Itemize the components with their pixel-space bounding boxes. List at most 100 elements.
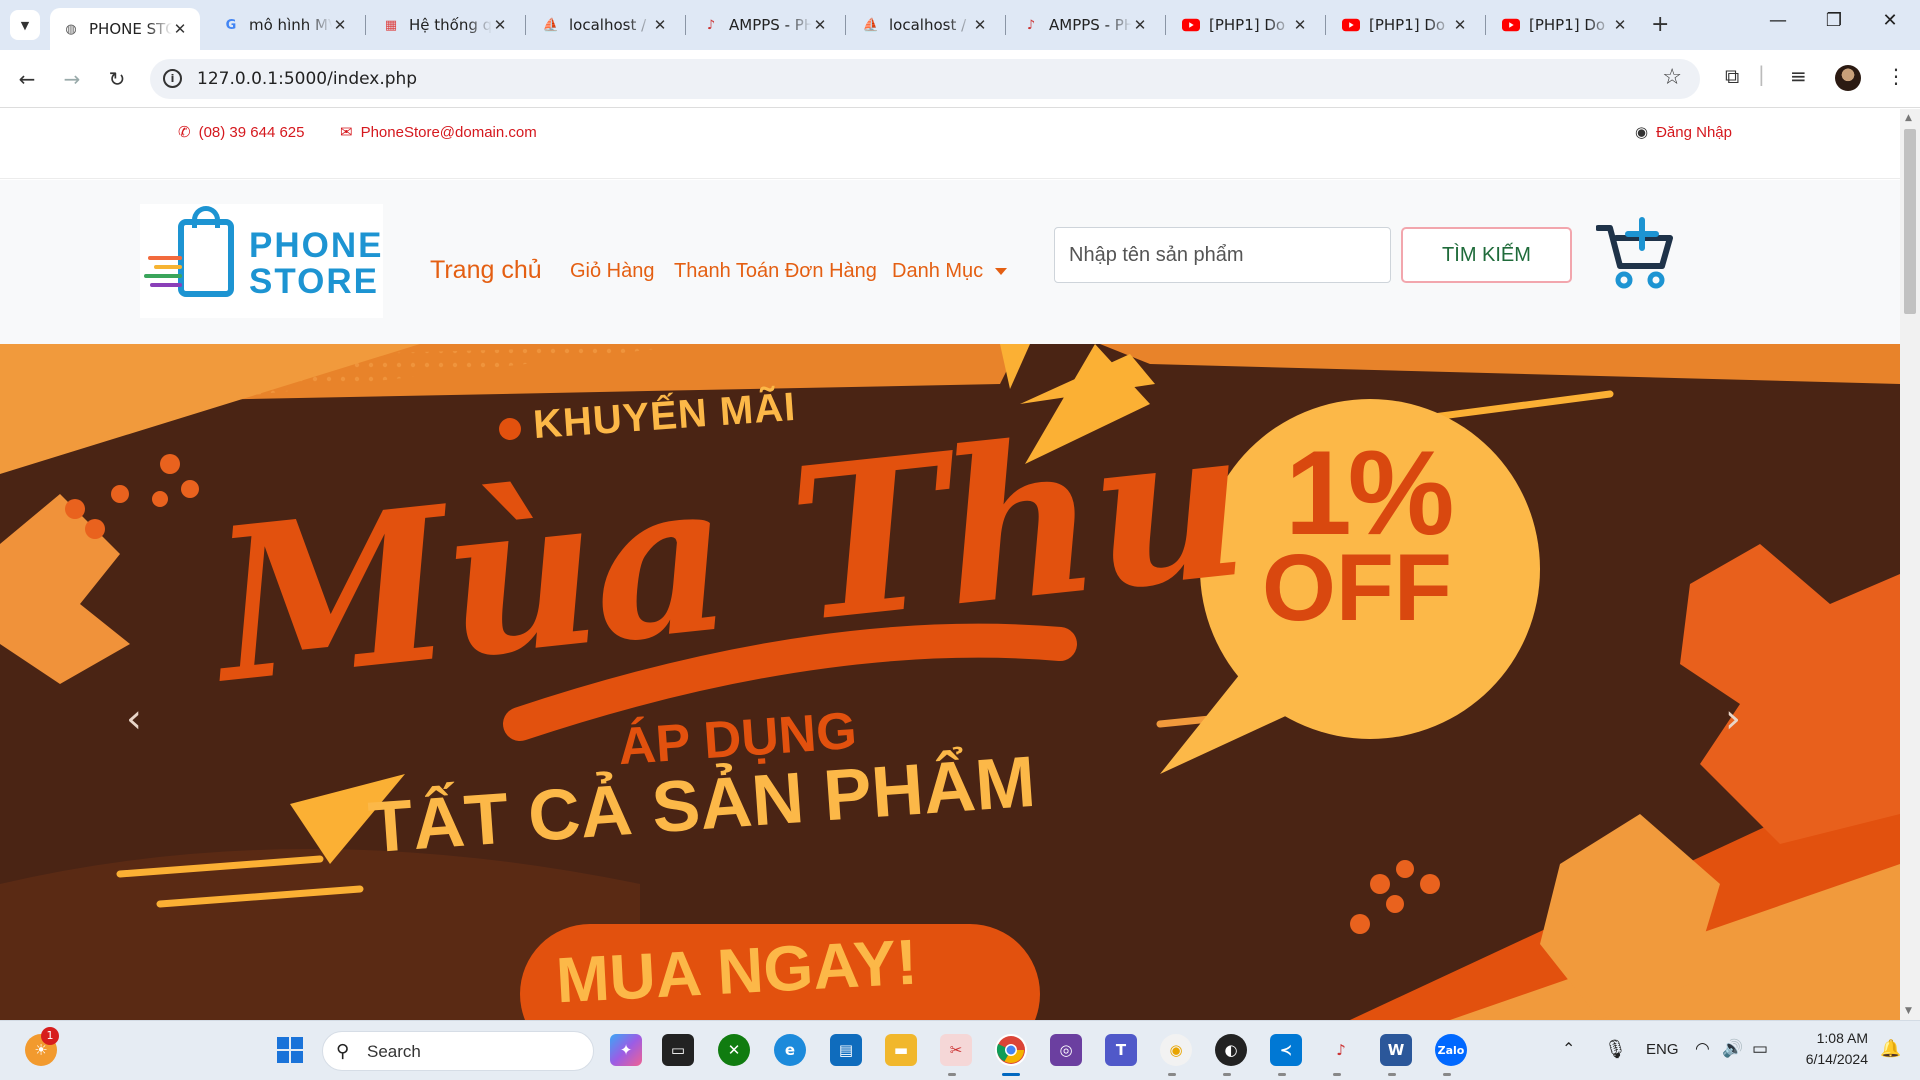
task-view-icon[interactable]: ▭ [662,1034,694,1066]
globe-icon: ◍ [65,21,77,37]
youtube-icon [1342,16,1360,34]
windows-start-icon[interactable] [274,1034,306,1066]
app-indicator [948,1073,956,1076]
word-icon[interactable]: W [1380,1034,1412,1066]
copilot-icon[interactable]: ✦ [610,1034,642,1066]
minimize-icon[interactable]: — [1758,10,1798,31]
back-arrow-icon[interactable]: ← [11,63,43,95]
browser-tab-strip: ▼ ◍ PHONE STORE ✕ G mô hình MVC ✕ ▦ Hệ t… [0,0,1920,50]
nav-cart[interactable]: Giỏ Hàng [570,260,655,283]
reload-icon[interactable]: ↻ [101,63,133,95]
taskbar-search[interactable]: ⚲ Search [322,1031,594,1071]
windows-taskbar: ☀ 1 ⚲ Search ✦ ▭ ✕ e ▤ ▬ ✂ ◎ T ◉ ◐ ≺ ♪ W… [0,1020,1920,1080]
tab-separator [1485,15,1486,35]
ampps-icon: ♪ [1026,17,1036,33]
page-scrollbar[interactable]: ▲ ▼ [1900,109,1920,1020]
promo-banner[interactable]: KHUYẾN MÃI Mùa Thu 1% OFF ÁP DỤNG TẤT CẢ… [0,344,1900,1020]
media-control-icon[interactable]: ≡ [1790,64,1807,88]
scroll-down-icon[interactable]: ▼ [1905,1006,1912,1016]
language-indicator[interactable]: ENG [1646,1041,1679,1058]
close-icon[interactable]: ✕ [1132,16,1148,34]
address-bar[interactable]: i 127.0.0.1:5000/index.php ☆ [150,59,1700,99]
nav-category-label: Danh Mục [892,260,984,282]
logo-stripe [148,256,182,260]
tab-separator [525,15,526,35]
tab-youtube-2[interactable]: [PHP1] Do ✕ [1330,8,1480,42]
tab-search-button[interactable]: ▼ [10,10,40,40]
forward-arrow-icon[interactable]: → [56,63,88,95]
zalo-icon[interactable]: Zalo [1435,1034,1467,1066]
close-icon[interactable]: ✕ [1292,16,1308,34]
tab-ampps-1[interactable]: ♪ AMPPS - PHP ✕ [690,8,840,42]
extensions-icon[interactable]: ⧉ [1725,64,1739,88]
tab-title: Hệ thống quản lý [409,16,492,34]
notification-bell-icon[interactable]: 🔔 [1880,1039,1901,1059]
new-tab-button[interactable]: + [1651,12,1669,38]
ampps-taskbar-icon[interactable]: ♪ [1325,1034,1357,1066]
tab-phpmyadmin-2[interactable]: ⛵ localhost / phpMyAdmin ✕ [850,8,1000,42]
tab-phone-store[interactable]: ◍ PHONE STORE ✕ [50,8,200,50]
clock-date[interactable]: 6/14/2024 [1795,1051,1868,1067]
teams-icon[interactable]: T [1105,1034,1137,1066]
tab-youtube-3[interactable]: [PHP1] Do ✕ [1490,8,1640,42]
vscode-icon[interactable]: ≺ [1270,1034,1302,1066]
close-icon[interactable]: ✕ [1612,16,1628,34]
phone-contact[interactable]: ✆ (08) 39 644 625 [178,123,305,142]
volume-icon[interactable]: 🔊 [1722,1039,1743,1059]
restore-icon[interactable]: ❐ [1814,10,1854,31]
battery-icon[interactable]: ▭ [1752,1039,1768,1059]
carousel-next-icon[interactable]: › [1725,696,1741,742]
email-contact[interactable]: ✉ PhoneStore@domain.com [340,123,537,142]
cart-icon[interactable] [1595,214,1676,294]
avatar[interactable] [1835,65,1861,91]
snipping-tool-icon[interactable]: ✂ [940,1034,972,1066]
site-info-icon[interactable]: i [163,69,182,88]
close-icon[interactable]: ✕ [812,16,828,34]
store-icon[interactable]: ▤ [830,1034,862,1066]
login-link[interactable]: ◉ Đăng Nhập [1635,123,1732,142]
file-explorer-icon[interactable]: ▬ [885,1034,917,1066]
obs-icon[interactable]: ◐ [1215,1034,1247,1066]
tab-ampps-2[interactable]: ♪ AMPPS - PHP ✕ [1010,8,1160,42]
login-label: Đăng Nhập [1656,123,1732,141]
tab-he-thong[interactable]: ▦ Hệ thống quản lý ✕ [370,8,520,42]
browser-app-icon[interactable]: ◉ [1160,1034,1192,1066]
search-button[interactable]: TÌM KIẾM [1401,227,1572,283]
clock-time[interactable]: 1:08 AM [1808,1030,1868,1046]
browser-menu-icon[interactable]: ⋮ [1886,64,1906,88]
tray-overflow-chevron-icon[interactable]: ⌃ [1562,1039,1575,1059]
nav-home[interactable]: Trang chủ [430,256,542,285]
bookmark-star-icon[interactable]: ☆ [1662,65,1682,90]
tab-mvc[interactable]: G mô hình MVC ✕ [210,8,360,42]
tab-phpmyadmin-1[interactable]: ⛵ localhost / phpMyAdmin ✕ [530,8,680,42]
carousel-prev-icon[interactable]: ‹ [126,696,142,742]
tab-separator [1325,15,1326,35]
url-text[interactable]: 127.0.0.1:5000/index.php [197,69,417,89]
window-close-icon[interactable]: ✕ [1870,10,1910,31]
toolbar-divider: | [1758,62,1765,86]
store-logo[interactable]: PHONE STORE [140,204,383,318]
youtube-icon [1182,16,1200,34]
close-icon[interactable]: ✕ [172,20,188,38]
close-icon[interactable]: ✕ [1452,16,1468,34]
xbox-icon[interactable]: ✕ [718,1034,750,1066]
search-icon: ⚲ [336,1041,350,1062]
logo-word-phone: PHONE [249,226,384,265]
close-icon[interactable]: ✕ [332,16,348,34]
edge-icon[interactable]: e [774,1034,806,1066]
close-icon[interactable]: ✕ [972,16,988,34]
tab-youtube-1[interactable]: [PHP1] Do ✕ [1170,8,1320,42]
chrome-icon[interactable] [995,1034,1027,1066]
nav-category-dropdown[interactable]: Danh Mục [892,260,1008,283]
close-icon[interactable]: ✕ [492,16,508,34]
wifi-icon[interactable]: ◠ [1695,1039,1710,1059]
scrollbar-thumb[interactable] [1904,129,1916,314]
caret-down-icon [995,268,1008,276]
scroll-up-icon[interactable]: ▲ [1905,113,1912,123]
ampps-icon: ♪ [706,17,716,33]
microphone-icon[interactable]: 🎙 [1604,1039,1627,1060]
nav-checkout[interactable]: Thanh Toán Đơn Hàng [674,260,877,283]
product-search-input[interactable] [1054,227,1391,283]
app-icon[interactable]: ◎ [1050,1034,1082,1066]
close-icon[interactable]: ✕ [652,16,668,34]
